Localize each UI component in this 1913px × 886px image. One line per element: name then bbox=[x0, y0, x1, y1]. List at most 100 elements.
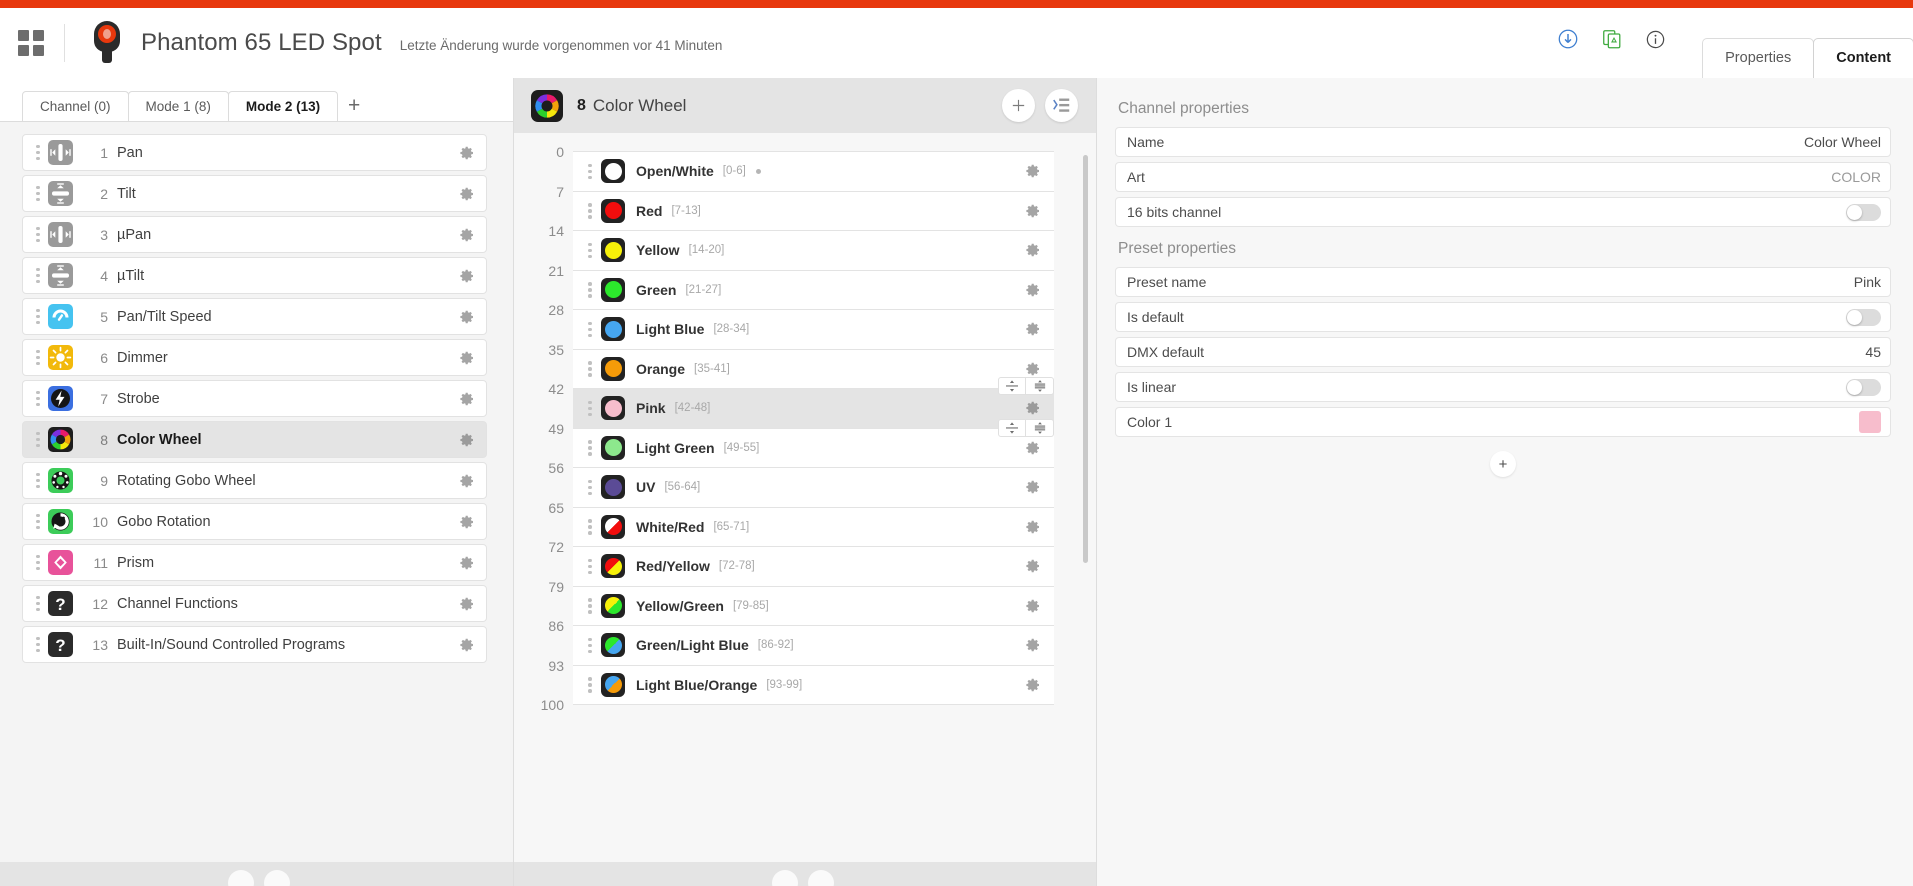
preset-row[interactable]: Open/White [0-6] bbox=[573, 152, 1054, 192]
channel-row[interactable]: 11 Prism bbox=[22, 544, 487, 581]
add-color-button[interactable]: + bbox=[1490, 451, 1516, 477]
drag-handle-icon[interactable] bbox=[583, 637, 597, 653]
gear-icon[interactable] bbox=[458, 513, 476, 531]
gear-icon[interactable] bbox=[1024, 439, 1042, 457]
gear-icon[interactable] bbox=[1024, 597, 1042, 615]
property-row[interactable]: Name Color Wheel bbox=[1115, 127, 1891, 157]
add-mode-button[interactable]: + bbox=[337, 91, 371, 121]
preset-row[interactable]: Green/Light Blue [86-92] bbox=[573, 626, 1054, 666]
drag-handle-icon[interactable] bbox=[583, 677, 597, 693]
copy-document-icon[interactable] bbox=[1601, 28, 1623, 50]
drag-handle-icon[interactable] bbox=[31, 349, 45, 366]
drag-handle-icon[interactable] bbox=[31, 267, 45, 284]
gear-icon[interactable] bbox=[458, 308, 476, 326]
gear-icon[interactable] bbox=[1024, 202, 1042, 220]
gear-icon[interactable] bbox=[1024, 557, 1042, 575]
drag-handle-icon[interactable] bbox=[583, 282, 597, 298]
mode-tab-mode1[interactable]: Mode 1 (8) bbox=[127, 91, 229, 121]
gear-icon[interactable] bbox=[458, 472, 476, 490]
drag-handle-icon[interactable] bbox=[583, 400, 597, 416]
gear-icon[interactable] bbox=[458, 554, 476, 572]
drag-handle-icon[interactable] bbox=[31, 595, 45, 612]
channel-row[interactable]: 8 Color Wheel bbox=[22, 421, 487, 458]
grid-apps-icon[interactable] bbox=[18, 30, 44, 56]
drag-handle-icon[interactable] bbox=[31, 226, 45, 243]
preset-row[interactable]: Red/Yellow [72-78] bbox=[573, 547, 1054, 587]
gear-icon[interactable] bbox=[458, 636, 476, 654]
drag-handle-icon[interactable] bbox=[583, 203, 597, 219]
preset-row[interactable]: UV [56-64] bbox=[573, 468, 1054, 508]
channel-row[interactable]: 10 Gobo Rotation bbox=[22, 503, 487, 540]
drag-handle-icon[interactable] bbox=[583, 242, 597, 258]
toggle-switch[interactable] bbox=[1846, 203, 1881, 221]
channel-row[interactable]: 4 µTilt bbox=[22, 257, 487, 294]
split-range-icon[interactable] bbox=[998, 418, 1026, 437]
color-swatch-button[interactable] bbox=[1859, 411, 1881, 433]
mode-tab-mode2[interactable]: Mode 2 (13) bbox=[227, 91, 339, 121]
channel-row[interactable]: 2 Tilt bbox=[22, 175, 487, 212]
tab-content[interactable]: Content bbox=[1813, 38, 1913, 78]
gear-icon[interactable] bbox=[1024, 478, 1042, 496]
gear-icon[interactable] bbox=[1024, 360, 1042, 378]
gear-icon[interactable] bbox=[1024, 676, 1042, 694]
drag-handle-icon[interactable] bbox=[31, 513, 45, 530]
gear-icon[interactable] bbox=[458, 185, 476, 203]
gear-icon[interactable] bbox=[1024, 636, 1042, 654]
gear-icon[interactable] bbox=[1024, 320, 1042, 338]
toggle-switch[interactable] bbox=[1846, 308, 1881, 326]
preset-row[interactable]: Orange [35-41] bbox=[573, 349, 1054, 389]
tab-properties[interactable]: Properties bbox=[1702, 38, 1815, 78]
align-range-icon[interactable] bbox=[1026, 418, 1054, 437]
mode-tab-channel[interactable]: Channel (0) bbox=[22, 91, 129, 121]
gear-icon[interactable] bbox=[458, 349, 476, 367]
split-range-icon[interactable] bbox=[998, 377, 1026, 395]
drag-handle-icon[interactable] bbox=[583, 558, 597, 574]
preset-row[interactable]: Red [7-13] bbox=[573, 191, 1054, 231]
property-row[interactable]: DMX default 45 bbox=[1115, 337, 1891, 367]
preset-row[interactable]: White/Red [65-71] bbox=[573, 507, 1054, 547]
add-preset-button[interactable] bbox=[1002, 89, 1035, 122]
drag-handle-icon[interactable] bbox=[31, 390, 45, 407]
gear-icon[interactable] bbox=[1024, 281, 1042, 299]
preset-row[interactable]: Yellow/Green [79-85] bbox=[573, 586, 1054, 626]
property-row[interactable]: Is default bbox=[1115, 302, 1891, 332]
property-row[interactable]: Preset name Pink bbox=[1115, 267, 1891, 297]
insert-list-button[interactable] bbox=[1045, 89, 1078, 122]
preset-row[interactable]: Light Green [49-55] bbox=[573, 428, 1054, 468]
channel-row[interactable]: 5 Pan/Tilt Speed bbox=[22, 298, 487, 335]
property-row[interactable]: 16 bits channel bbox=[1115, 197, 1891, 227]
drag-handle-icon[interactable] bbox=[583, 321, 597, 337]
channel-row[interactable]: 3 µPan bbox=[22, 216, 487, 253]
gear-icon[interactable] bbox=[458, 267, 476, 285]
preset-row[interactable]: Green [21-27] bbox=[573, 270, 1054, 310]
drag-handle-icon[interactable] bbox=[583, 163, 597, 179]
gear-icon[interactable] bbox=[1024, 241, 1042, 259]
drag-handle-icon[interactable] bbox=[31, 472, 45, 489]
channel-row[interactable]: 6 Dimmer bbox=[22, 339, 487, 376]
drag-handle-icon[interactable] bbox=[31, 144, 45, 161]
drag-handle-icon[interactable] bbox=[583, 361, 597, 377]
preset-row[interactable]: Yellow [14-20] bbox=[573, 231, 1054, 271]
channel-row[interactable]: 7 Strobe bbox=[22, 380, 487, 417]
drag-handle-icon[interactable] bbox=[31, 308, 45, 325]
download-cloud-icon[interactable] bbox=[1557, 28, 1579, 50]
channel-row[interactable]: ? 13 Built-In/Sound Controlled Programs bbox=[22, 626, 487, 663]
info-circle-icon[interactable] bbox=[1645, 29, 1666, 50]
drag-handle-icon[interactable] bbox=[31, 554, 45, 571]
drag-handle-icon[interactable] bbox=[31, 185, 45, 202]
gear-icon[interactable] bbox=[1024, 399, 1042, 417]
gear-icon[interactable] bbox=[458, 595, 476, 613]
drag-handle-icon[interactable] bbox=[31, 431, 45, 448]
property-row[interactable]: Color 1 bbox=[1115, 407, 1891, 437]
property-row[interactable]: Is linear bbox=[1115, 372, 1891, 402]
preset-row[interactable]: Light Blue/Orange [93-99] bbox=[573, 665, 1054, 705]
gear-icon[interactable] bbox=[458, 390, 476, 408]
gear-icon[interactable] bbox=[458, 226, 476, 244]
channel-row[interactable]: ? 12 Channel Functions bbox=[22, 585, 487, 622]
property-row[interactable]: Art COLOR bbox=[1115, 162, 1891, 192]
channel-row[interactable]: 9 Rotating Gobo Wheel bbox=[22, 462, 487, 499]
gear-icon[interactable] bbox=[458, 431, 476, 449]
gear-icon[interactable] bbox=[458, 144, 476, 162]
drag-handle-icon[interactable] bbox=[31, 636, 45, 653]
preset-row[interactable]: Light Blue [28-34] bbox=[573, 310, 1054, 350]
